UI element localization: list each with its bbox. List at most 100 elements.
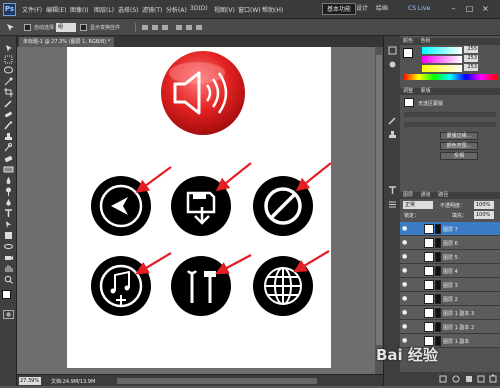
foreground-color-swatch[interactable] (2, 290, 11, 299)
menu-view[interactable]: 视图(V) (214, 5, 235, 14)
menu-filter[interactable]: 滤镜(T) (142, 5, 162, 14)
menu-image[interactable]: 图像(I) (70, 5, 88, 14)
gradient-tool-icon[interactable] (3, 165, 14, 174)
tab-masks[interactable]: 蒙版 (421, 88, 431, 94)
blur-tool-icon[interactable] (3, 176, 14, 185)
menu-3d[interactable]: 3D(D) (190, 5, 208, 12)
menu-file[interactable]: 文件(F) (22, 5, 42, 14)
tab-paths[interactable]: 路径 (438, 192, 448, 198)
eraser-tool-icon[interactable] (3, 154, 14, 163)
brush-panel-icon[interactable] (388, 116, 397, 125)
magic-wand-tool-icon[interactable] (3, 77, 14, 86)
auto-select-checkbox[interactable] (24, 24, 31, 31)
3d-rotate-tool-icon[interactable] (3, 242, 14, 251)
eyedropper-tool-icon[interactable] (3, 99, 14, 108)
tab-adjustments[interactable]: 调整 (403, 88, 413, 94)
layer-row[interactable]: ● 图层 2 (400, 292, 500, 306)
blue-value-field[interactable]: 253 (464, 64, 478, 71)
menu-help[interactable]: 帮助(H) (262, 5, 283, 14)
auto-select-dropdown[interactable]: 组 (56, 23, 76, 32)
mask-edge-button[interactable]: 蒙版边缘... (440, 132, 478, 140)
menu-layer[interactable]: 图层(L) (94, 5, 114, 14)
dodge-tool-icon[interactable] (3, 187, 14, 196)
paragraph-panel-icon[interactable] (388, 200, 397, 209)
layer-row[interactable]: ● 图层 7 (400, 222, 500, 236)
align-buttons-group[interactable] (135, 23, 235, 32)
tab-swatches[interactable]: 色板 (421, 38, 431, 44)
zoom-tool-icon[interactable] (3, 275, 14, 284)
layer-row[interactable]: ● 图层 4 (400, 264, 500, 278)
eye-icon[interactable]: ● (402, 239, 409, 246)
minimize-button[interactable]: – (448, 4, 459, 14)
eye-icon[interactable]: ● (402, 267, 409, 274)
menu-window[interactable]: 窗口(W) (238, 5, 261, 14)
opacity-field[interactable]: 100% (474, 201, 494, 209)
layer-row[interactable]: ● 图层 1 副本 2 (400, 320, 500, 334)
move-tool-icon[interactable] (6, 23, 15, 32)
horizontal-scrollbar[interactable] (117, 378, 317, 384)
shape-tool-icon[interactable] (3, 231, 14, 240)
zoom-field[interactable]: 27.39% (19, 377, 41, 385)
eye-icon[interactable]: ● (402, 225, 409, 232)
move-tool-icon[interactable] (3, 44, 14, 53)
tab-color[interactable]: 颜色 (403, 38, 413, 44)
green-value-field[interactable]: 253 (464, 55, 478, 62)
quick-mask-icon[interactable] (3, 310, 14, 319)
layer-row[interactable]: ● 图层 6 (400, 236, 500, 250)
eye-icon[interactable]: ● (402, 295, 409, 302)
layer-row[interactable]: ● 图层 5 (400, 250, 500, 264)
workspace-essentials[interactable]: 基本功能 (322, 3, 357, 15)
feather-slider[interactable] (404, 122, 496, 127)
eye-icon[interactable]: ● (402, 337, 409, 344)
lasso-tool-icon[interactable] (3, 66, 14, 75)
eye-icon[interactable]: ● (402, 253, 409, 260)
tab-layers[interactable]: 图层 (403, 192, 413, 198)
crop-tool-icon[interactable] (3, 88, 14, 97)
close-button[interactable]: × (480, 4, 491, 14)
color-range-button[interactable]: 颜色范围... (440, 142, 478, 150)
document-tab[interactable]: 未标题-1 @ 27.3% (图层 1, RGB/8) * (19, 37, 115, 47)
masks-panel-tabs: 调整 蒙版 (400, 88, 500, 95)
clone-stamp-tool-icon[interactable] (3, 132, 14, 141)
eye-icon[interactable]: ● (402, 309, 409, 316)
eye-icon[interactable]: ● (402, 281, 409, 288)
density-slider[interactable] (404, 112, 496, 117)
green-slider[interactable] (422, 56, 462, 63)
history-brush-tool-icon[interactable] (3, 143, 14, 152)
show-transform-checkbox[interactable] (80, 24, 87, 31)
hand-tool-icon[interactable] (3, 264, 14, 273)
color-fg-swatch[interactable] (403, 48, 413, 58)
character-panel-icon[interactable] (388, 186, 397, 195)
clone-panel-icon[interactable] (388, 130, 397, 139)
eye-icon[interactable]: ● (402, 323, 409, 330)
invert-button[interactable]: 反相 (440, 152, 478, 160)
red-slider[interactable] (422, 47, 462, 54)
menu-analysis[interactable]: 分析(A) (166, 5, 187, 14)
history-panel-icon[interactable] (388, 46, 397, 55)
maximize-button[interactable]: □ (464, 4, 475, 14)
tab-channels[interactable]: 通道 (421, 192, 431, 198)
properties-panel-icon[interactable] (388, 60, 397, 69)
pen-tool-icon[interactable] (3, 198, 14, 207)
workspace-painting[interactable]: 绘画 (372, 3, 392, 15)
workspace-design[interactable]: 设计 (352, 3, 372, 15)
3d-camera-tool-icon[interactable] (3, 253, 14, 262)
type-tool-icon[interactable] (3, 209, 14, 218)
marquee-tool-icon[interactable] (3, 55, 14, 64)
brush-tool-icon[interactable] (3, 121, 14, 130)
healing-brush-tool-icon[interactable] (3, 110, 14, 119)
red-value-field[interactable]: 255 (464, 46, 478, 53)
fill-field[interactable]: 100% (474, 211, 494, 219)
menu-select[interactable]: 选择(S) (118, 5, 139, 14)
menu-edit[interactable]: 编辑(E) (46, 5, 66, 14)
path-selection-tool-icon[interactable] (3, 220, 14, 229)
vertical-scrollbar[interactable] (375, 47, 383, 374)
speaker-icon (161, 51, 245, 135)
blend-mode-dropdown[interactable]: 正常 (403, 201, 433, 209)
document-canvas[interactable] (67, 47, 331, 368)
layer-row[interactable]: ● 图层 1 副本 3 (400, 306, 500, 320)
cs-live-label[interactable]: CS Live (408, 5, 430, 12)
layer-row[interactable]: ● 图层 3 (400, 278, 500, 292)
color-spectrum-bar[interactable] (403, 74, 497, 80)
blue-slider[interactable] (422, 65, 462, 72)
